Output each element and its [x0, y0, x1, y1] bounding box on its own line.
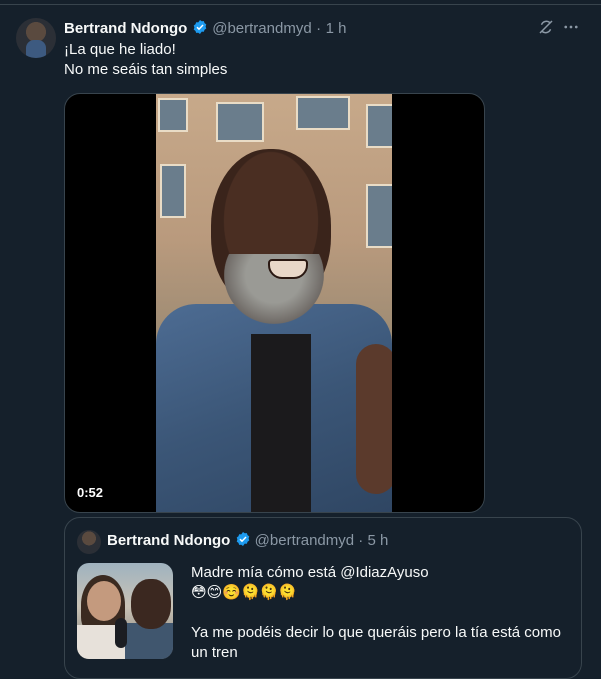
video-player[interactable]: 0:52: [64, 93, 485, 513]
quoted-tweet-time: 5 h: [367, 532, 389, 549]
tweet-text-line-1: ¡La que he liado!: [64, 41, 176, 58]
quoted-text-line-3: Ya me podéis decir lo que queráis pero l…: [191, 624, 561, 661]
quoted-tweet-text: Madre mía cómo está @IdiazAyuso 😳😊☺️🫠🫠🫠 …: [191, 563, 571, 663]
tweet-text-line-2: No me seáis tan simples: [64, 61, 228, 78]
more-icon[interactable]: [561, 18, 581, 38]
quoted-author-avatar: [77, 530, 101, 554]
verified-badge-icon: [236, 532, 249, 546]
separator-dot: ·: [316, 20, 322, 37]
tweet-text: ¡La que he liado! No me seáis tan simple…: [64, 40, 227, 80]
quoted-tweet[interactable]: Bertrand Ndongo @bertrandmyd · 5 h Madre…: [64, 517, 582, 679]
quoted-text-line-1: Madre mía cómo está @IdiazAyuso: [191, 564, 429, 581]
video-duration: 0:52: [77, 485, 104, 500]
quoted-author-name: Bertrand Ndongo: [107, 532, 231, 549]
author-handle[interactable]: @bertrandmyd: [212, 20, 311, 37]
quoted-media-thumbnail[interactable]: [77, 563, 173, 659]
tweet-header: Bertrand Ndongo @bertrandmyd · 1 h: [64, 19, 346, 38]
quoted-text-emojis: 😳😊☺️🫠🫠🫠: [191, 584, 297, 601]
quoted-tweet-header: Bertrand Ndongo @bertrandmyd · 5 h: [107, 531, 388, 549]
grok-icon[interactable]: [536, 18, 556, 38]
verified-badge-icon: [193, 20, 207, 34]
video-frame: [156, 94, 392, 512]
top-divider: [0, 4, 601, 5]
tweet-time[interactable]: 1 h: [326, 20, 347, 37]
quoted-author-handle: @bertrandmyd: [254, 532, 355, 549]
author-name[interactable]: Bertrand Ndongo: [64, 20, 187, 37]
author-avatar[interactable]: [16, 18, 56, 58]
separator-dot: ·: [358, 532, 364, 549]
